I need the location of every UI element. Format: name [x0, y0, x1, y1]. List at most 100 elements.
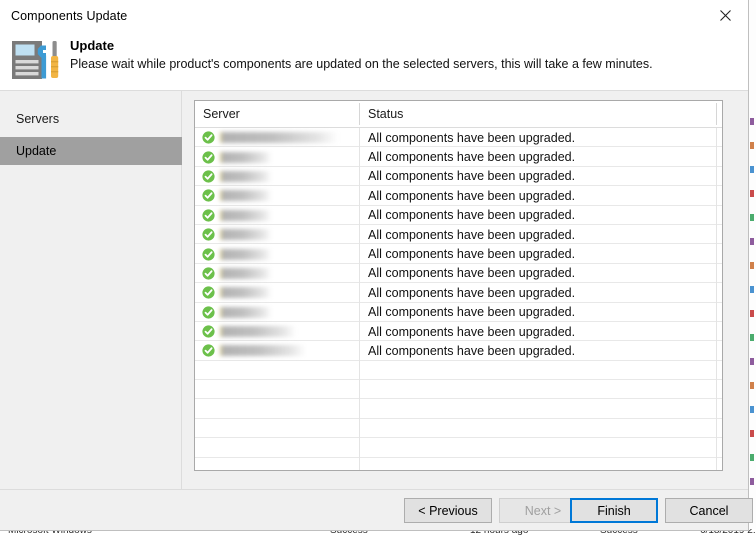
cell-extra [717, 322, 722, 341]
cell-status [360, 380, 717, 399]
cell-server [195, 244, 360, 263]
server-name [220, 151, 272, 163]
servers-status-table[interactable]: Server Status All components have been u… [194, 100, 723, 471]
server-name [220, 248, 272, 260]
cell-server [195, 147, 360, 166]
cell-server [195, 399, 360, 418]
cell-server [195, 341, 360, 360]
header-title: Update [70, 38, 115, 53]
cancel-button[interactable]: Cancel [665, 498, 753, 523]
table-row[interactable]: All components have been upgraded. [195, 341, 722, 361]
success-check-icon [202, 228, 215, 241]
table-row[interactable] [195, 438, 722, 458]
cell-server [195, 361, 360, 380]
cell-extra [717, 147, 722, 166]
table-row[interactable]: All components have been upgraded. [195, 147, 722, 167]
cell-extra [717, 244, 722, 263]
table-row[interactable] [195, 380, 722, 400]
cell-status: All components have been upgraded. [368, 343, 576, 358]
cell-server [195, 206, 360, 225]
cell-extra [717, 458, 722, 470]
cell-extra [717, 283, 722, 302]
success-check-icon [202, 286, 215, 299]
server-name [220, 267, 272, 279]
success-check-icon [202, 344, 215, 358]
server-name [220, 306, 272, 318]
table-row[interactable]: All components have been upgraded. [195, 303, 722, 322]
close-icon[interactable] [702, 0, 748, 31]
table-row[interactable]: All components have been upgraded. [195, 264, 722, 284]
dialog-titlebar: Components Update [0, 0, 748, 33]
cell-status [360, 361, 717, 380]
column-divider[interactable] [716, 103, 717, 125]
table-row[interactable]: All components have been upgraded. [195, 322, 722, 342]
table-row[interactable] [195, 361, 722, 381]
cell-extra [717, 303, 722, 322]
cell-status: All components have been upgraded. [368, 266, 576, 281]
cell-status [360, 419, 717, 438]
grid-column-line [716, 128, 717, 470]
cell-extra [717, 399, 722, 418]
cell-extra [717, 380, 722, 399]
window-title: Components Update [11, 9, 128, 23]
components-update-dialog: Components Update Update Please wait whi… [0, 0, 753, 531]
table-row[interactable] [195, 419, 722, 439]
success-check-icon [202, 170, 215, 183]
cell-extra [717, 361, 722, 380]
previous-button[interactable]: < Previous [404, 498, 492, 523]
cell-status: All components have been upgraded. [368, 285, 576, 300]
dialog-footer: < Previous Next > Finish Cancel [0, 489, 753, 530]
cell-server [195, 283, 360, 302]
background-tick [750, 190, 754, 197]
cell-extra [717, 264, 722, 283]
finish-button[interactable]: Finish [570, 498, 658, 523]
success-check-icon [202, 189, 215, 202]
server-name [220, 345, 306, 357]
table-row[interactable]: All components have been upgraded. [195, 244, 722, 264]
table-row[interactable]: All components have been upgraded. [195, 225, 722, 245]
table-row[interactable]: All components have been upgraded. [195, 283, 722, 303]
table-row[interactable]: All components have been upgraded. [195, 206, 722, 225]
column-header-server[interactable]: Server [195, 101, 360, 127]
table-row[interactable] [195, 399, 722, 419]
cell-extra [717, 186, 722, 205]
sidebar-item-servers[interactable]: Servers [0, 105, 182, 133]
background-tick [750, 382, 754, 389]
cell-status: All components have been upgraded. [368, 150, 576, 165]
table-row[interactable] [195, 458, 722, 470]
success-check-icon [202, 209, 215, 222]
cell-server [195, 186, 360, 205]
sidebar-item-update[interactable]: Update [0, 137, 182, 165]
success-check-icon [202, 306, 215, 319]
background-tick [750, 238, 754, 245]
server-name [220, 132, 338, 144]
cell-extra [717, 128, 722, 147]
dialog-header: Update Please wait while product's compo… [0, 33, 748, 91]
cell-server [195, 419, 360, 438]
cell-server [195, 225, 360, 244]
table-row[interactable]: All components have been upgraded. [195, 186, 722, 206]
column-header-status[interactable]: Status [360, 101, 717, 127]
background-tick [750, 262, 754, 269]
sidebar-item-label: Update [16, 144, 57, 158]
cell-status: All components have been upgraded. [368, 305, 576, 320]
server-name [220, 170, 272, 182]
table-row[interactable]: All components have been upgraded. [195, 167, 722, 187]
background-tick [750, 166, 754, 173]
cell-status [360, 458, 717, 470]
cell-server [195, 264, 360, 283]
cell-server [195, 167, 360, 186]
wizard-steps-sidebar: Servers Update [0, 91, 182, 489]
cell-status: All components have been upgraded. [368, 188, 576, 203]
table-row[interactable]: All components have been upgraded. [195, 128, 722, 148]
background-tick [750, 358, 754, 365]
background-tick [750, 214, 754, 221]
cell-server [195, 438, 360, 457]
cell-status [360, 438, 717, 457]
table-body: All components have been upgraded. All co… [195, 128, 722, 470]
table-header-row: Server Status [195, 101, 722, 128]
cell-status: All components have been upgraded. [368, 169, 576, 184]
server-name [220, 190, 272, 202]
cell-server [195, 380, 360, 399]
cell-server [195, 458, 360, 470]
